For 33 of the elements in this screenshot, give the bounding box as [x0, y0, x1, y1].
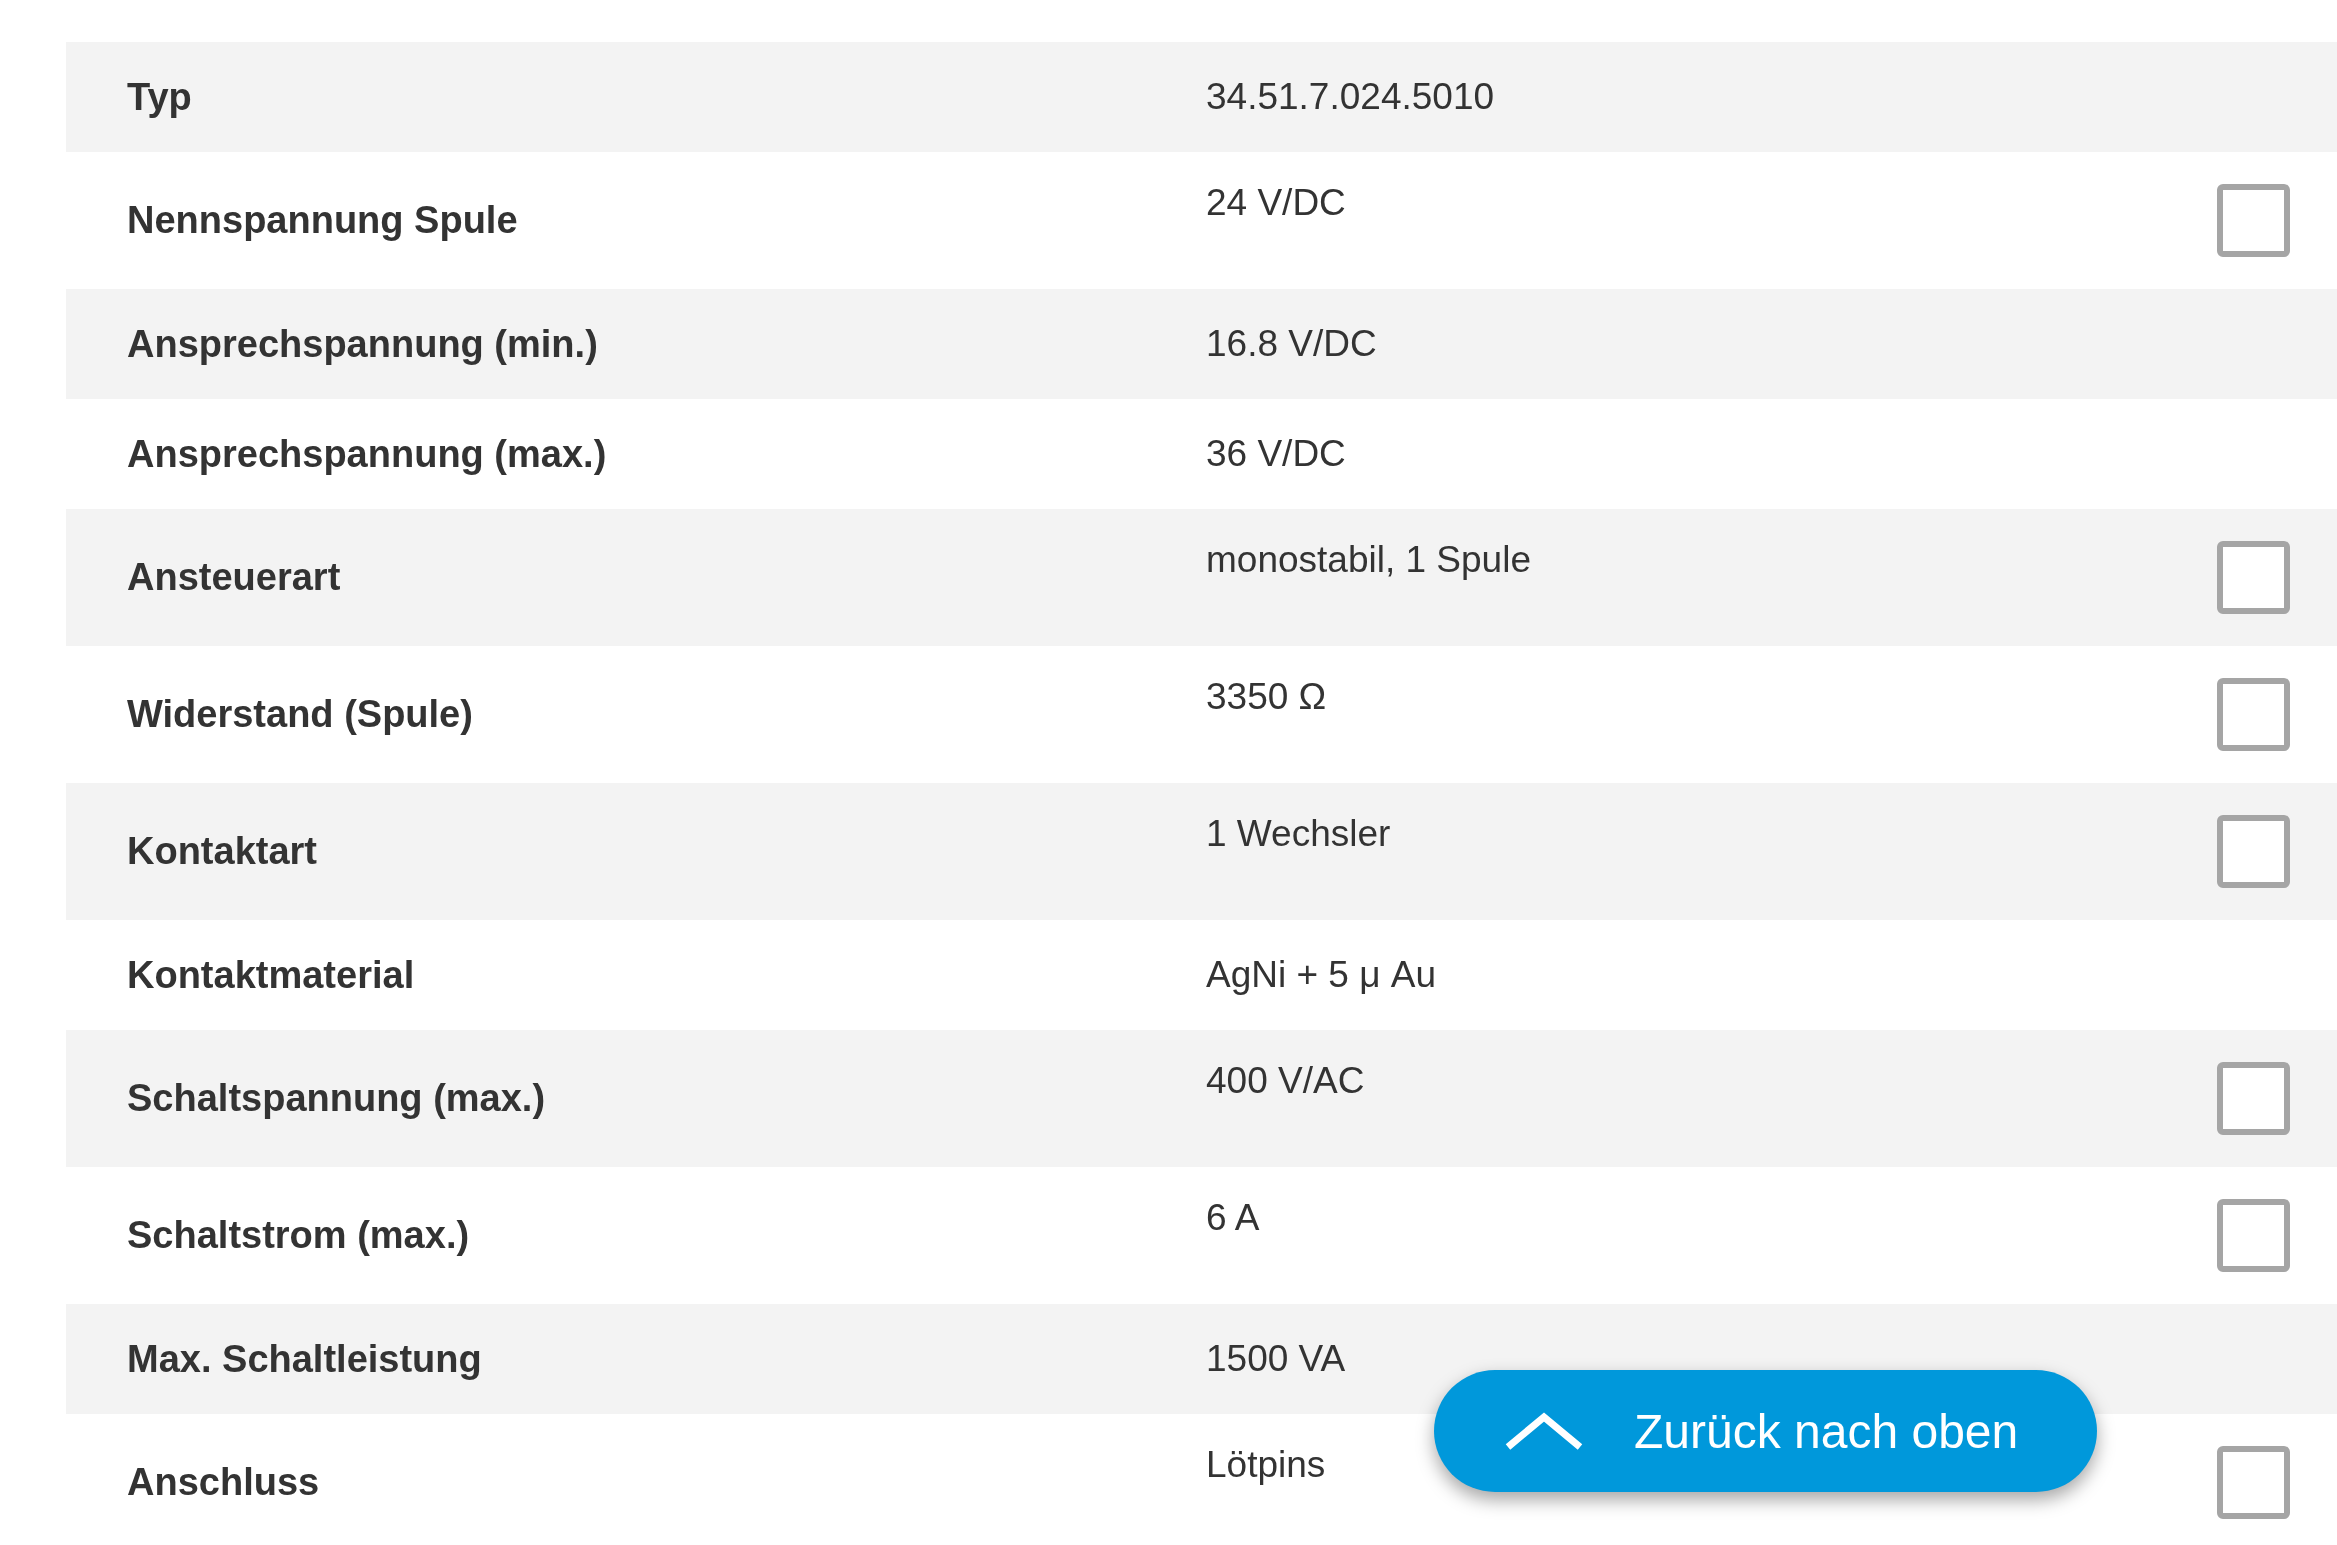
compare-checkbox[interactable] [2217, 678, 2290, 751]
spec-label: Schaltspannung (max.) [127, 1077, 547, 1120]
spec-value: 34.51.7.024.5010 [1206, 76, 1495, 118]
chevron-up-icon [1504, 1411, 1584, 1451]
spec-value: 16.8 V/DC [1206, 323, 1377, 365]
spec-value: AgNi + 5 μ Au [1206, 954, 1437, 996]
spec-value: 1500 VA [1206, 1338, 1346, 1380]
spec-label: Typ [127, 75, 193, 119]
spec-label: Kontaktart [127, 830, 319, 873]
spec-value: 24 V/DC [1206, 181, 1346, 224]
spec-label: Ansprechspannung (max.) [127, 432, 608, 476]
compare-checkbox[interactable] [2217, 1062, 2290, 1135]
compare-checkbox[interactable] [2217, 1446, 2290, 1519]
spec-label: Max. Schaltleistung [127, 1337, 483, 1381]
spec-label: Widerstand (Spule) [127, 693, 474, 736]
spec-label: Schaltstrom (max.) [127, 1214, 471, 1257]
spec-label: Ansteuerart [127, 556, 342, 599]
spec-label: Nennspannung Spule [127, 199, 519, 242]
spec-value: 3350 Ω [1206, 675, 1327, 718]
spec-value: 400 V/AC [1206, 1059, 1365, 1102]
spec-value: Lötpins [1206, 1443, 1326, 1486]
compare-checkbox[interactable] [2217, 184, 2290, 257]
spec-label: Ansprechspannung (min.) [127, 322, 599, 366]
compare-checkbox[interactable] [2217, 541, 2290, 614]
spec-value: 1 Wechsler [1206, 812, 1391, 855]
spec-value: monostabil, 1 Spule [1206, 538, 1531, 581]
spec-label: Kontaktmaterial [127, 953, 416, 997]
spec-label: Anschluss [127, 1461, 321, 1504]
compare-checkbox[interactable] [2217, 1199, 2290, 1272]
spec-value: 6 A [1206, 1196, 1260, 1239]
spec-value: 36 V/DC [1206, 433, 1346, 475]
back-to-top-button[interactable]: Zurück nach oben [1434, 1370, 2097, 1492]
compare-checkbox[interactable] [2217, 815, 2290, 888]
